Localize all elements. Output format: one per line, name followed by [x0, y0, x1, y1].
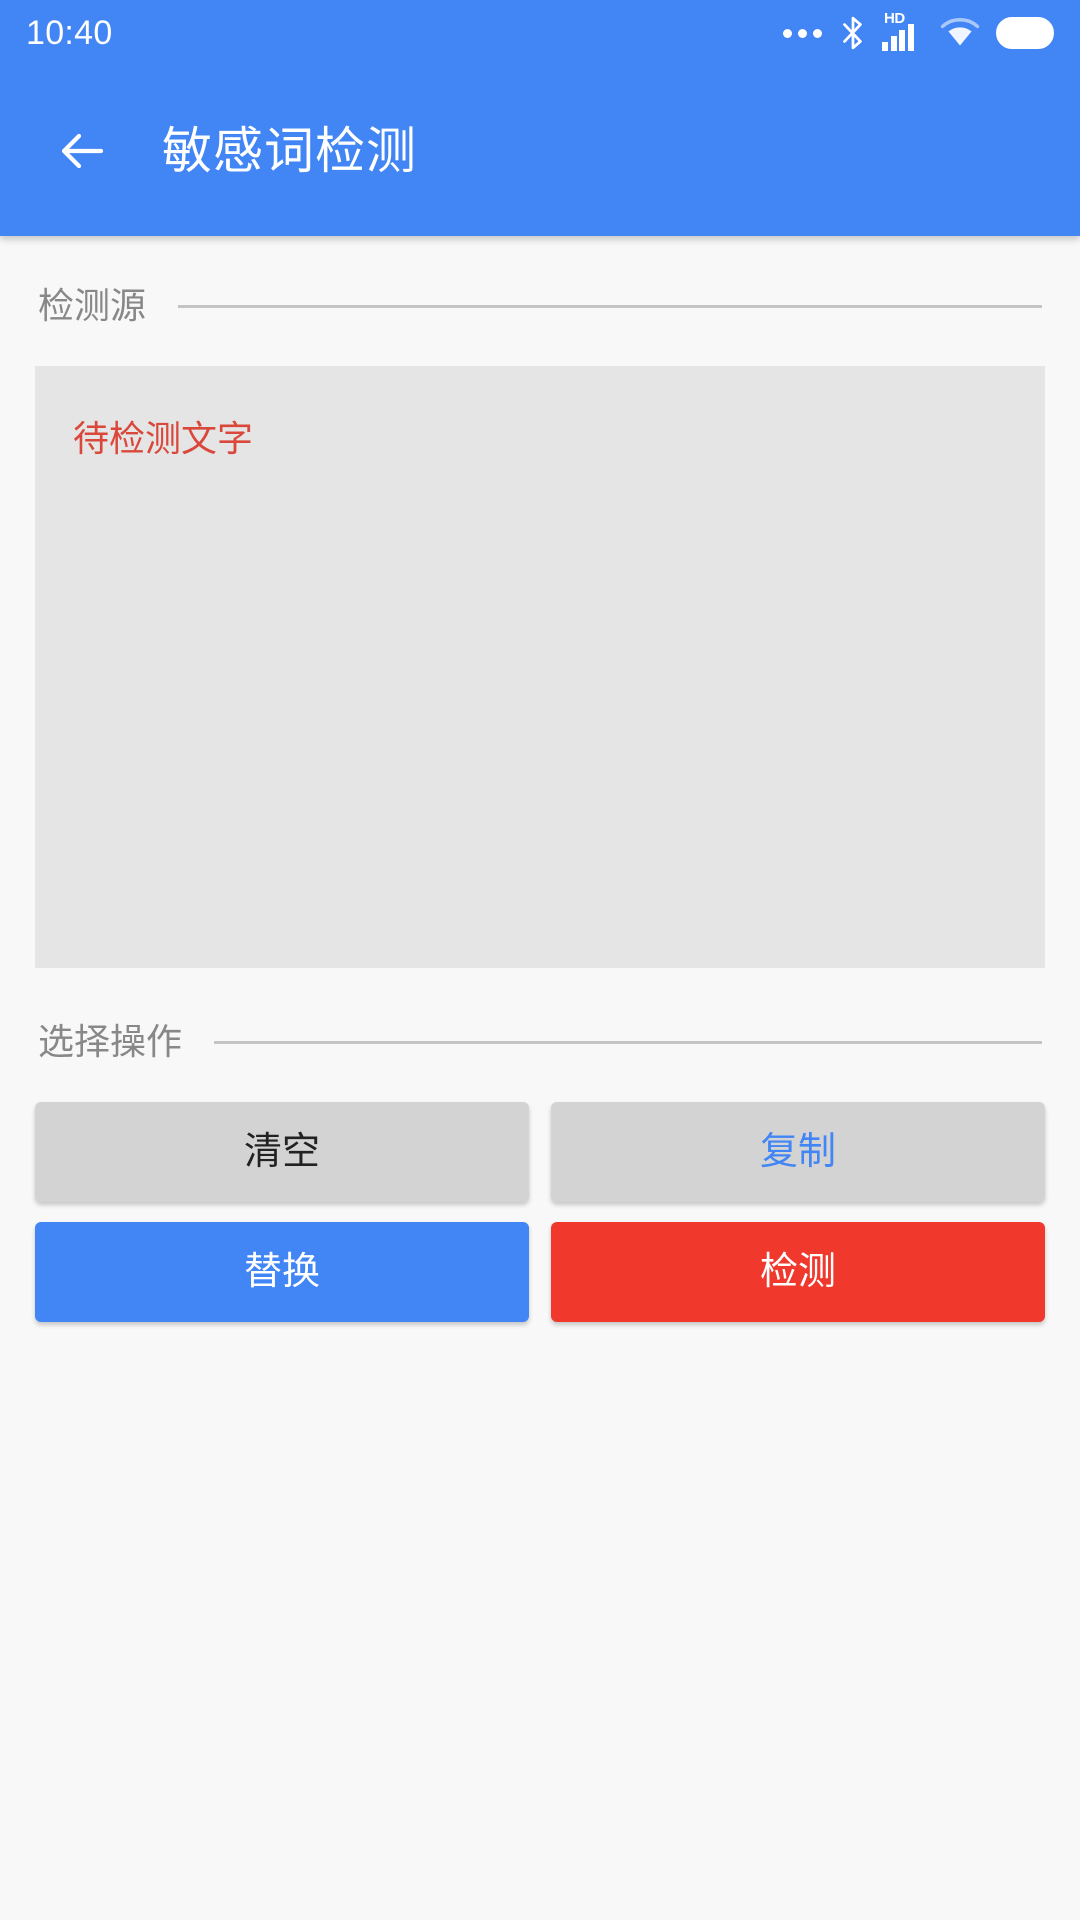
section-operations: 选择操作 清空 复制 替换 检测: [0, 968, 1080, 1322]
hd-signal-icon: HD: [882, 11, 924, 53]
app-bar: 敏感词检测: [0, 66, 1080, 236]
section-header-operations: 选择操作: [0, 1024, 1080, 1060]
bluetooth-icon: [840, 15, 866, 51]
status-bar-clock: 10:40: [26, 14, 113, 52]
arrow-left-icon: [61, 133, 104, 169]
status-bar: 10:40 HD: [0, 0, 1080, 66]
detect-button[interactable]: 检测: [551, 1222, 1045, 1322]
section-detection-source: 检测源 待检测文字: [0, 236, 1080, 968]
main-content: 检测源 待检测文字 选择操作 清空 复制 替换 检测: [0, 236, 1080, 1920]
more-dots-icon: [783, 28, 822, 38]
section-label-source: 检测源: [38, 285, 147, 326]
battery-charging-icon: [996, 17, 1054, 49]
replace-button[interactable]: 替换: [35, 1222, 529, 1322]
copy-button[interactable]: 复制: [551, 1102, 1045, 1202]
operation-buttons: 清空 复制 替换 检测: [35, 1102, 1045, 1322]
section-divider-operations: [214, 1040, 1042, 1044]
page-title: 敏感词检测: [162, 123, 417, 179]
signal-bars: [882, 24, 914, 51]
source-textarea[interactable]: 待检测文字: [35, 366, 1045, 968]
section-label-operations: 选择操作: [38, 1021, 183, 1062]
status-bar-icons: HD: [783, 11, 1054, 53]
back-button[interactable]: [50, 119, 114, 183]
section-header-source: 检测源: [0, 288, 1080, 324]
section-divider-source: [178, 304, 1042, 308]
source-textarea-placeholder: 待检测文字: [73, 418, 254, 459]
wifi-icon: [940, 16, 980, 50]
clear-button[interactable]: 清空: [35, 1102, 529, 1202]
